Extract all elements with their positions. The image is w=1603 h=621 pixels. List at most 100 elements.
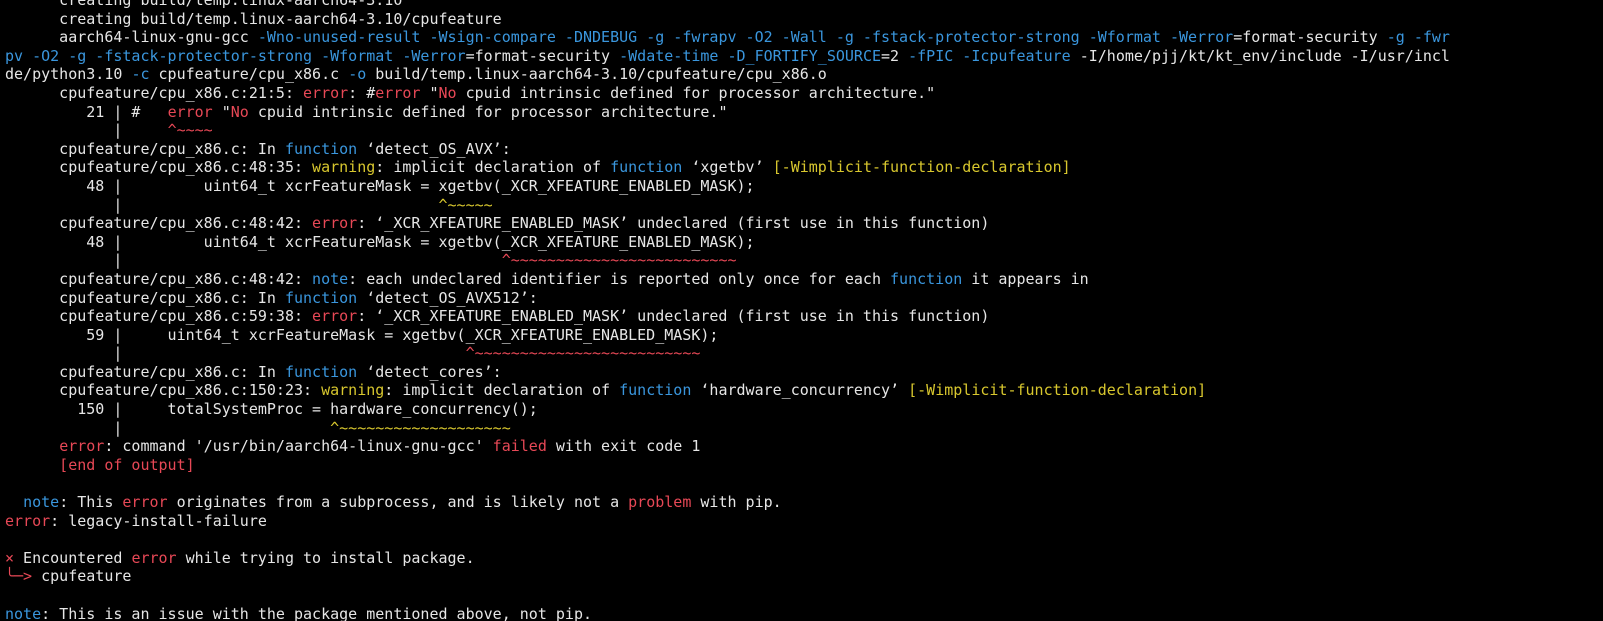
terminal-text-segment: 48 | uint64_t xcrFeatureMask = xgetbv(_X…	[5, 176, 755, 195]
terminal-line: | ^~~~~~~~~~~~~~~~~~~~~~~~~~	[5, 251, 1450, 270]
terminal-text-segment: : This is an issue with the package ment…	[41, 604, 593, 621]
terminal-text-segment: |	[5, 121, 168, 140]
terminal-text-segment: ‘detect_OS_AVX512’:	[357, 288, 538, 307]
terminal-text-segment: note	[312, 269, 349, 288]
terminal-text-segment: |	[5, 195, 439, 214]
terminal-line: pv -O2 -g -fstack-protector-strong -Wfor…	[5, 47, 1450, 66]
terminal-text-segment: it appears in	[962, 269, 1089, 288]
terminal-text-segment: -fPIC -Icpufeature	[908, 46, 1071, 65]
terminal-text-segment: |	[5, 344, 466, 363]
terminal-text-segment: cpufeature/cpu_x86.c:48:35:	[5, 158, 313, 177]
terminal-line: note: This error originates from a subpr…	[5, 493, 1450, 512]
terminal-text-segment: ^~~~~~~~~~~~~~~~~~~~	[330, 418, 511, 437]
terminal-text-segment: cpuid intrinsic defined for processor ar…	[248, 102, 728, 121]
terminal-text-segment: : ‘_XCR_XFEATURE_ENABLED_MASK’ undeclare…	[357, 214, 990, 233]
terminal-text-segment: function	[284, 362, 358, 381]
terminal-text-segment: cpufeature	[32, 567, 132, 586]
terminal-line: | ^~~~~~	[5, 196, 1450, 215]
terminal-text-segment: ╰─>	[5, 567, 33, 586]
terminal-line: de/python3.10 -c cpufeature/cpu_x86.c -o…	[5, 65, 1450, 84]
terminal-text-segment: de/python3.10	[5, 65, 132, 84]
terminal-text-segment: cpufeature/cpu_x86.c:150:23:	[5, 381, 322, 400]
terminal-text-segment: build/temp.linux-aarch64-3.10/cpufeature…	[366, 65, 827, 84]
terminal-line: creating build/temp.linux-aarch64-3.10	[5, 0, 1450, 10]
terminal-line: cpufeature/cpu_x86.c: In function ‘detec…	[5, 289, 1450, 308]
terminal-text-segment: 21 | #	[5, 102, 168, 121]
terminal-line: note: This is an issue with the package …	[5, 605, 1450, 621]
terminal-line: [end of output]	[5, 456, 1450, 475]
terminal-text-segment: =format-security	[1233, 28, 1387, 47]
terminal-text-segment: function	[890, 269, 963, 288]
terminal-text-segment: "	[212, 102, 231, 121]
terminal-text-segment: -I/home/pjj/kt/kt_env/include -I/usr/inc…	[1070, 46, 1450, 65]
terminal-text-segment: : command '/usr/bin/aarch64-linux-gnu-gc…	[104, 437, 493, 456]
terminal-text-segment: No	[438, 83, 457, 102]
terminal-text-segment: with pip.	[691, 493, 782, 512]
terminal-text-segment: error	[59, 437, 105, 456]
terminal-text-segment: =2	[881, 46, 909, 65]
terminal-text-segment: : implicit declaration of	[384, 381, 620, 400]
terminal-text-segment: note	[23, 493, 60, 512]
terminal-text-segment: ‘detect_OS_AVX’:	[357, 139, 511, 158]
terminal-text-segment: cpufeature/cpu_x86.c: In	[5, 288, 285, 307]
terminal-text-segment: cpufeature/cpu_x86.c:48:42:	[5, 214, 313, 233]
terminal-text-segment: error	[303, 83, 349, 102]
terminal-text-segment: |	[5, 251, 502, 270]
terminal-text-segment: -Wdate-time -D_FORTIFY_SOURCE	[619, 46, 882, 65]
terminal-line: | ^~~~~~~~~~~~~~~~~~~~	[5, 419, 1450, 438]
terminal-text-segment: "	[420, 83, 439, 102]
terminal-text-segment: ×	[5, 548, 15, 567]
terminal-text-segment: [-Wimplicit-function-declaration]	[772, 158, 1071, 177]
terminal-text-segment: ^~~~~~	[438, 195, 493, 214]
terminal-line: error: legacy-install-failure	[5, 512, 1450, 531]
terminal-text-segment: No	[230, 102, 249, 121]
terminal-text-segment: : #	[348, 83, 376, 102]
terminal-line: 59 | uint64_t xcrFeatureMask = xgetbv(_X…	[5, 326, 1450, 345]
terminal-line: 48 | uint64_t xcrFeatureMask = xgetbv(_X…	[5, 233, 1450, 252]
terminal-text-segment: function	[284, 288, 358, 307]
terminal-text-segment: Encountered	[14, 548, 132, 567]
terminal-text-segment: -o	[348, 65, 367, 84]
terminal-text-segment: function	[610, 158, 683, 177]
terminal-text-segment: -Wno-unused-result -Wsign-compare -DNDEB…	[257, 28, 1234, 47]
terminal-line: cpufeature/cpu_x86.c:48:42: error: ‘_XCR…	[5, 214, 1450, 233]
terminal-line: cpufeature/cpu_x86.c:59:38: error: ‘_XCR…	[5, 307, 1450, 326]
terminal-text-segment: creating build/temp.linux-aarch64-3.10/c…	[5, 9, 502, 28]
terminal-text-segment: cpuid intrinsic defined for processor ar…	[456, 83, 936, 102]
terminal-text-segment: cpufeature/cpu_x86.c: In	[5, 139, 285, 158]
terminal-line: | ^~~~~	[5, 121, 1450, 140]
terminal-line: 48 | uint64_t xcrFeatureMask = xgetbv(_X…	[5, 177, 1450, 196]
terminal-text-segment: error	[167, 102, 213, 121]
terminal-text-segment: ‘detect_cores’:	[357, 362, 502, 381]
terminal-text-segment: ^~~~~~~~~~~~~~~~~~~~~~~~~~	[501, 251, 737, 270]
terminal-text-segment: : legacy-install-failure	[50, 511, 267, 530]
terminal-text-segment: error	[312, 307, 358, 326]
terminal-text-segment: 59 | uint64_t xcrFeatureMask = xgetbv(_X…	[5, 325, 719, 344]
terminal-text-segment: ‘xgetbv’	[682, 158, 773, 177]
terminal-line: cpufeature/cpu_x86.c:48:35: warning: imp…	[5, 158, 1450, 177]
terminal-text-segment: cpufeature/cpu_x86.c:48:42:	[5, 269, 313, 288]
terminal-text-segment: originates from a subprocess, and is lik…	[167, 493, 629, 512]
terminal-line: cpufeature/cpu_x86.c:21:5: error: #error…	[5, 84, 1450, 103]
terminal-line: × Encountered error while trying to inst…	[5, 549, 1450, 568]
terminal-text-segment: failed	[492, 437, 547, 456]
terminal-text-segment: error	[5, 511, 51, 530]
terminal-text-segment: problem	[628, 493, 692, 512]
terminal-text-segment: error	[131, 548, 177, 567]
terminal-text-segment: cpufeature/cpu_x86.c:21:5:	[5, 83, 304, 102]
terminal-text-segment: note	[5, 604, 42, 621]
terminal-line: ╰─> cpufeature	[5, 567, 1450, 586]
terminal-text-segment: creating build/temp.linux-aarch64-3.10	[5, 0, 403, 9]
terminal-text-segment: -g -fwr	[1386, 28, 1450, 47]
terminal-text-segment: function	[284, 139, 358, 158]
terminal-text-segment: : ‘_XCR_XFEATURE_ENABLED_MASK’ undeclare…	[357, 307, 990, 326]
terminal-text-segment: with exit code 1	[546, 437, 701, 456]
terminal-text-segment: warning	[312, 158, 376, 177]
terminal-text-segment: 150 | totalSystemProc = hardware_concurr…	[5, 400, 538, 419]
terminal-text-segment: error	[312, 214, 358, 233]
terminal-window[interactable]: creating build/temp.linux-aarch64-3.10 c…	[0, 0, 1603, 621]
